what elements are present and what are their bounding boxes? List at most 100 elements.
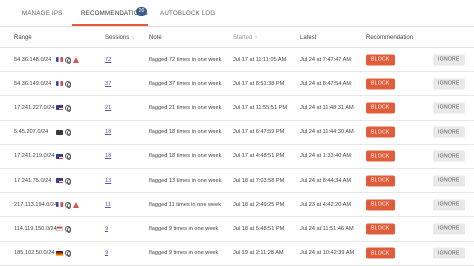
range-indicators bbox=[56, 250, 71, 258]
block-button[interactable]: BLOCK bbox=[366, 247, 395, 259]
ignore-button[interactable]: IGNORE bbox=[433, 126, 465, 138]
sessions-link[interactable]: 9 bbox=[105, 226, 108, 232]
table-header: Range Sessions ↓ Note Started ↑ Latest Rec… bbox=[0, 28, 474, 48]
range-indicators bbox=[56, 80, 71, 88]
started-time: Jul 17 at 4:48:51 PM bbox=[233, 153, 285, 160]
table-row: 185.102.50.0/24 9 flagged 9 times in one w… bbox=[0, 242, 474, 266]
latest-time: Jul 24 at 10:42:39 AM bbox=[300, 250, 355, 257]
started-time: Jul 19 at 2:11:28 AM bbox=[233, 250, 284, 257]
latest-time: Jul 24 at 11:44:30 AM bbox=[300, 129, 354, 136]
block-button[interactable]: BLOCK bbox=[366, 126, 395, 138]
block-button[interactable]: BLOCK bbox=[366, 175, 395, 187]
france-flag-icon bbox=[56, 57, 63, 63]
ignore-button[interactable]: IGNORE bbox=[433, 78, 465, 90]
ip-range: 17.241.75.0/24 bbox=[14, 177, 52, 184]
started-time: Jul 18 at 5:48:51 PM bbox=[233, 225, 285, 232]
tab-autoblock-log[interactable]: AUTOBLOCK LOG bbox=[160, 10, 215, 17]
header-started-label: Started bbox=[233, 35, 253, 41]
block-button[interactable]: BLOCK bbox=[366, 150, 395, 162]
singapore-flag-icon bbox=[56, 226, 63, 232]
started-time: Jul 17 at 8:51:38 PM bbox=[233, 80, 285, 87]
warning-icon bbox=[73, 201, 79, 208]
table-row: 114.119.150.0/24 9 flagged 9 times in one … bbox=[0, 217, 474, 242]
ip-range: 5.45.207.0/24 bbox=[14, 129, 49, 136]
other-flag-icon bbox=[56, 129, 63, 135]
note: flagged 11 times in one week bbox=[149, 201, 222, 208]
header-range[interactable]: Range bbox=[14, 35, 32, 41]
block-button[interactable]: BLOCK bbox=[366, 78, 395, 90]
header-sessions[interactable]: Sessions ↓ bbox=[105, 35, 134, 41]
header-started[interactable]: Started ↑ bbox=[233, 35, 257, 41]
range-indicators bbox=[56, 153, 71, 161]
sessions-link[interactable]: 37 bbox=[105, 81, 111, 87]
ignore-button[interactable]: IGNORE bbox=[433, 150, 465, 162]
globe-icon bbox=[65, 129, 71, 137]
ip-range: 114.119.150.0/24 bbox=[14, 225, 57, 232]
ip-range: 54.36.148.0/24 bbox=[14, 56, 52, 63]
table-row: 5.45.207.0/24 18 flagged 18 times in one w… bbox=[0, 121, 474, 145]
block-button[interactable]: BLOCK bbox=[366, 54, 395, 66]
globe-icon bbox=[65, 56, 71, 64]
note: flagged 13 times in one week bbox=[149, 177, 222, 184]
range-indicators bbox=[56, 201, 79, 209]
globe-icon bbox=[65, 201, 71, 209]
ignore-button[interactable]: IGNORE bbox=[433, 223, 465, 235]
active-tab-indicator bbox=[72, 24, 148, 26]
header-latest[interactable]: Latest bbox=[300, 35, 316, 41]
block-button[interactable]: BLOCK bbox=[366, 223, 395, 235]
table-row: 17.241.227.0/24 21 flagged 21 times in one… bbox=[0, 96, 474, 121]
ignore-button[interactable]: IGNORE bbox=[433, 54, 465, 66]
started-time: Jul 18 at 2:49:25 PM bbox=[233, 201, 285, 208]
sessions-link[interactable]: 18 bbox=[105, 153, 111, 159]
usa-flag-icon bbox=[56, 105, 63, 111]
started-time: Jul 18 at 7:03:58 PM bbox=[233, 177, 285, 184]
table-row: 54.36.148.0/24 72 flagged 72 times in one … bbox=[0, 48, 474, 73]
header-recommendation: Recommendation bbox=[366, 35, 414, 41]
recommendations-table-body: 54.36.148.0/24 72 flagged 72 times in one … bbox=[0, 48, 474, 266]
started-time: Jul 17 at 11:11:05 AM bbox=[233, 56, 287, 63]
table-row: 17.241.75.0/24 13 flagged 13 times in one … bbox=[0, 169, 474, 194]
table-row: 217.113.194.0/24 11 flagged 11 times in on… bbox=[0, 193, 474, 218]
sessions-link[interactable]: 18 bbox=[105, 129, 111, 135]
block-button[interactable]: BLOCK bbox=[366, 102, 395, 114]
note: flagged 18 times in one week bbox=[149, 129, 222, 136]
range-indicators bbox=[56, 177, 71, 185]
ignore-button[interactable]: IGNORE bbox=[433, 102, 465, 114]
sessions-link[interactable]: 9 bbox=[105, 250, 108, 256]
started-time: Jul 17 at 11:55:51 PM bbox=[233, 104, 288, 111]
latest-time: Jul 24 at 8:44:34 AM bbox=[300, 177, 351, 184]
latest-time: Jul 24 at 8:47:54 AM bbox=[300, 80, 351, 87]
globe-icon bbox=[65, 153, 71, 161]
globe-icon bbox=[65, 104, 71, 112]
sessions-link[interactable]: 13 bbox=[105, 178, 111, 184]
ip-range: 185.102.50.0/24 bbox=[14, 250, 55, 257]
sessions-link[interactable]: 11 bbox=[105, 202, 111, 208]
ignore-button[interactable]: IGNORE bbox=[433, 199, 465, 211]
france-flag-icon bbox=[56, 81, 63, 87]
range-indicators bbox=[56, 104, 71, 112]
table-row: 17.241.219.0/24 18 flagged 18 times in one… bbox=[0, 145, 474, 169]
latest-time: Jul 24 at 11:48:31 AM bbox=[300, 104, 354, 111]
ip-range: 217.113.194.0/24 bbox=[14, 201, 58, 208]
recommendations-count-badge: 20 bbox=[136, 7, 147, 16]
ignore-button[interactable]: IGNORE bbox=[433, 175, 465, 187]
tab-bar: MANAGE IPS RECOMMENDATIONS 20 AUTOBLOCK … bbox=[0, 0, 474, 27]
block-button[interactable]: BLOCK bbox=[366, 199, 395, 211]
latest-time: Jul 24 at 1:33:40 AM bbox=[300, 153, 351, 160]
globe-icon bbox=[65, 225, 71, 233]
warning-icon bbox=[73, 56, 79, 63]
range-indicators bbox=[56, 225, 71, 233]
ignore-button[interactable]: IGNORE bbox=[433, 247, 465, 259]
ip-range: 17.241.227.0/24 bbox=[14, 104, 55, 111]
tab-manage-ips[interactable]: MANAGE IPS bbox=[22, 10, 63, 17]
globe-icon bbox=[65, 80, 71, 88]
sessions-link[interactable]: 72 bbox=[105, 57, 111, 63]
range-indicators bbox=[56, 129, 71, 137]
ip-range: 17.241.219.0/24 bbox=[14, 153, 55, 160]
note: flagged 9 times in one week bbox=[149, 225, 219, 232]
started-time: Jul 17 at 6:47:59 PM bbox=[233, 129, 285, 136]
note: flagged 72 times in one week bbox=[149, 56, 222, 63]
globe-icon bbox=[65, 177, 71, 185]
ip-range: 54.36.149.0/24 bbox=[14, 80, 52, 87]
sessions-link[interactable]: 21 bbox=[105, 105, 111, 111]
